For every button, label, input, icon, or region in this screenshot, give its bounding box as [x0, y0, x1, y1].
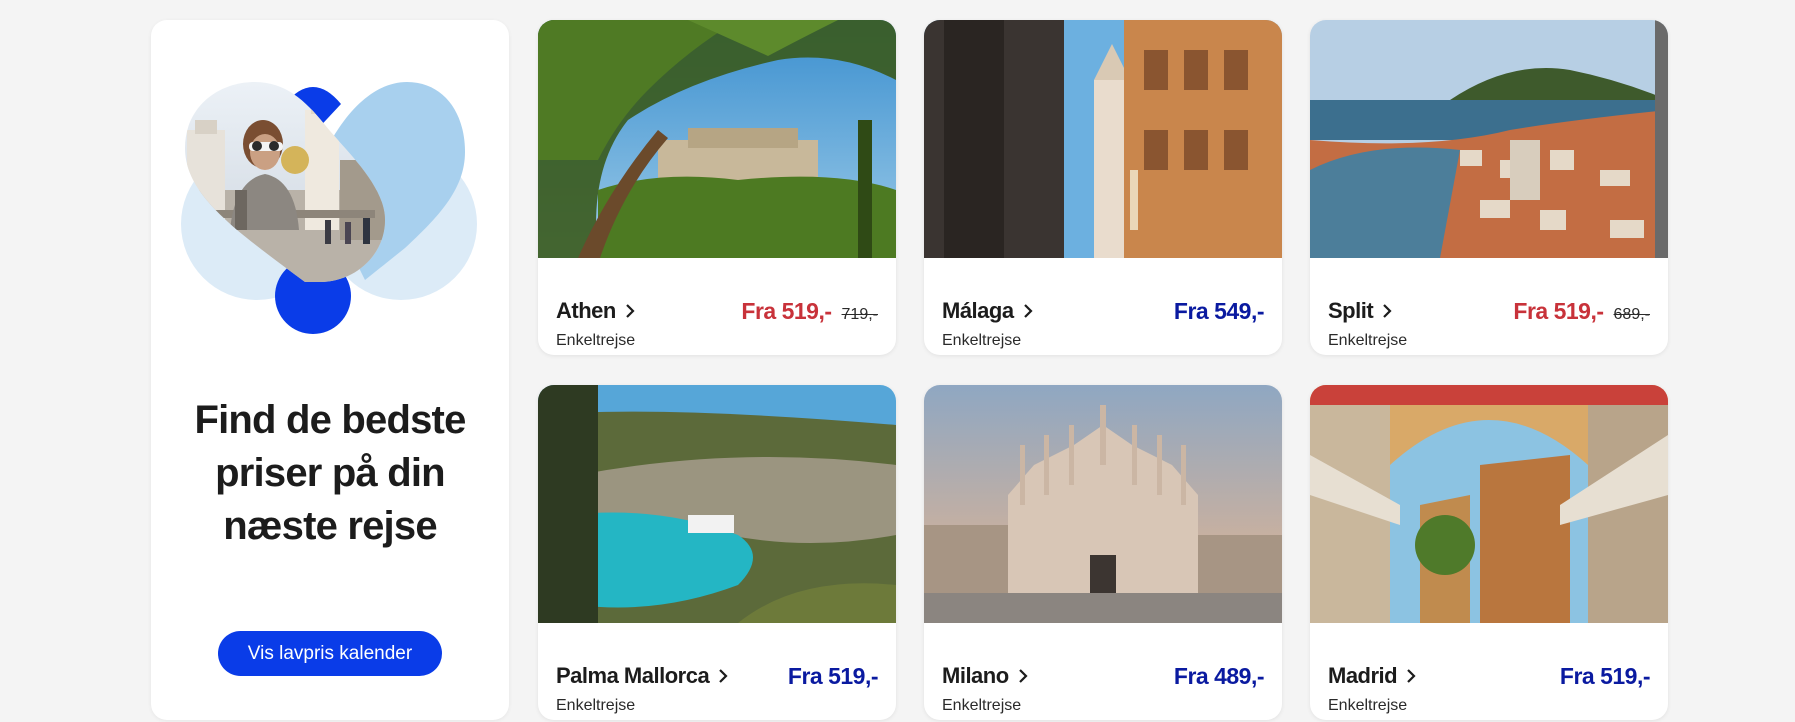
price: Fra 489,- — [1173, 663, 1265, 689]
price: Fra 519,- — [787, 663, 879, 689]
chevron-right-icon — [719, 669, 728, 683]
trip-type-label: Enkeltrejse — [942, 697, 1022, 714]
destination-name: Milano — [942, 663, 1029, 689]
malaga-street-photo — [924, 20, 1282, 258]
destination-name: Málaga — [942, 298, 1034, 324]
destination-name: Madrid — [1328, 663, 1417, 689]
destination-name: Split — [1328, 298, 1393, 324]
low-price-calendar-button[interactable]: Vis lavpris kalender — [218, 631, 442, 676]
destination-name: Athen — [556, 298, 636, 324]
traveler-heart-illustration — [181, 82, 477, 334]
price-box: Fra 489,- — [1173, 663, 1265, 690]
price-box: Fra 519,- 689,- — [1513, 298, 1650, 325]
acropolis-photo — [538, 20, 896, 258]
destination-card-madrid[interactable]: Madrid Enkeltrejse Fra 519,- — [1310, 385, 1668, 720]
trip-type-label: Enkeltrejse — [1328, 697, 1408, 714]
trip-type-label: Enkeltrejse — [556, 697, 636, 714]
price-box: Fra 549,- — [1173, 298, 1265, 325]
destination-card-malaga[interactable]: Málaga Enkeltrejse Fra 549,- — [924, 20, 1282, 355]
trip-type-label: Enkeltrejse — [1328, 332, 1408, 349]
milan-duomo-photo — [924, 385, 1282, 623]
chevron-right-icon — [626, 304, 635, 318]
promo-title: Find de bedste priser på din næste rejse — [194, 398, 466, 548]
promo-card: Find de bedste priser på din næste rejse… — [151, 20, 509, 720]
destination-card-split[interactable]: Split Enkeltrejse Fra 519,- 689,- — [1310, 20, 1668, 355]
old-price: 719,- — [841, 306, 878, 323]
destination-card-palma-mallorca[interactable]: Palma Mallorca Enkeltrejse Fra 519,- — [538, 385, 896, 720]
price-box: Fra 519,- — [1559, 663, 1651, 690]
mallorca-cove-photo — [538, 385, 896, 623]
split-harbour-photo — [1310, 20, 1668, 258]
destination-card-athen[interactable]: Athen Enkeltrejse Fra 519,- 719,- — [538, 20, 896, 355]
chevron-right-icon — [1023, 304, 1033, 318]
chevron-right-icon — [1018, 669, 1028, 683]
old-price: 689,- — [1613, 306, 1650, 323]
trip-type-label: Enkeltrejse — [942, 332, 1022, 349]
madrid-plaza-photo — [1310, 385, 1668, 623]
sale-price: Fra 519,- — [1513, 298, 1604, 324]
chevron-right-icon — [1383, 304, 1392, 318]
price: Fra 549,- — [1173, 298, 1265, 324]
price-box: Fra 519,- — [787, 663, 879, 690]
price: Fra 519,- — [1559, 663, 1651, 689]
sale-price: Fra 519,- — [741, 298, 832, 324]
destination-name: Palma Mallorca — [556, 663, 729, 689]
chevron-right-icon — [1407, 669, 1416, 683]
price-box: Fra 519,- 719,- — [741, 298, 878, 325]
destination-card-milano[interactable]: Milano Enkeltrejse Fra 489,- — [924, 385, 1282, 720]
trip-type-label: Enkeltrejse — [556, 332, 636, 349]
